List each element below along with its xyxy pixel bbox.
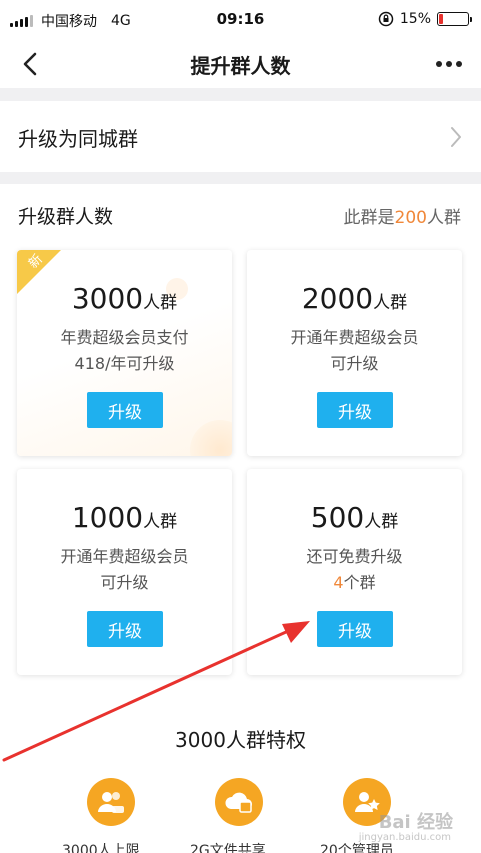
decoration-circle xyxy=(190,420,232,456)
status-right: 15% xyxy=(378,11,472,27)
cloud-storage-icon xyxy=(215,778,263,826)
page-title: 提升群人数 xyxy=(190,54,291,78)
card-desc-line1: 开通年费超级会员 xyxy=(60,547,189,566)
cloud-storage-glyph xyxy=(225,792,252,813)
upgrade-button-3000[interactable]: 升级 xyxy=(87,392,163,428)
card-3000: 新 3000人群 年费超级会员支付 418/年可升级 升级 xyxy=(17,250,232,456)
status-bar: 中国移动 4G 09:16 15% xyxy=(0,0,481,40)
card-2000: 2000人群 开通年费超级会员 可升级 升级 xyxy=(247,250,462,456)
current-size-info: 此群是200人群 xyxy=(344,203,461,228)
battery-percent: 15% xyxy=(399,11,431,27)
card-desc-line1: 开通年费超级会员 xyxy=(290,328,419,347)
privilege-label-members: 3000人上限 xyxy=(62,843,140,853)
card-desc-line1: 年费超级会员支付 xyxy=(60,328,189,347)
card-size-unit: 人群 xyxy=(373,293,408,313)
card-desc-line2: 4个群 xyxy=(247,569,462,593)
card-size-title: 2000人群 xyxy=(247,282,462,315)
card-desc-line2: 418/年可升级 xyxy=(74,354,175,373)
card-size-title: 500人群 xyxy=(247,501,462,534)
upgrade-button-2000[interactable]: 升级 xyxy=(317,392,393,428)
card-desc-line2: 可升级 xyxy=(100,573,149,592)
card-size-unit: 人群 xyxy=(143,512,178,532)
admin-star-glyph xyxy=(355,792,380,812)
section-header: 升级群人数 此群是200人群 xyxy=(0,184,481,244)
card-size-unit: 人群 xyxy=(143,293,178,313)
divider xyxy=(0,172,481,184)
card-size-number: 1000 xyxy=(71,501,144,534)
upgrade-button-500[interactable]: 升级 xyxy=(317,611,393,647)
card-size-unit: 人群 xyxy=(364,512,399,532)
watermark: Bai 经验 xyxy=(378,812,453,833)
more-button[interactable] xyxy=(431,50,467,78)
current-size-value: 200 xyxy=(394,208,427,228)
group-members-glyph xyxy=(98,792,124,813)
card-size-number: 2000 xyxy=(301,282,374,315)
info-prefix: 此群是 xyxy=(343,208,395,228)
card-size-number: 3000 xyxy=(71,282,144,315)
upgrade-group-page: 中国移动 4G 09:16 15% 提升群人数 升级为同城群 升级群人数 此群是… xyxy=(0,0,481,853)
watermark-url: jingyan.baidu.com xyxy=(358,832,451,843)
card-size-number: 500 xyxy=(310,501,365,534)
chevron-right-icon xyxy=(451,127,461,147)
battery-icon xyxy=(437,12,472,26)
free-upgrades-count: 4 xyxy=(333,573,344,592)
orientation-lock-icon xyxy=(378,11,394,27)
nav-bar: 提升群人数 xyxy=(0,40,481,88)
card-size-title: 3000人群 xyxy=(17,282,232,315)
card-500: 500人群 还可免费升级 4个群 升级 xyxy=(247,469,462,675)
privileges-title: 3000人群特权 xyxy=(175,728,306,752)
card-desc-line2: 可升级 xyxy=(330,354,379,373)
divider xyxy=(0,88,481,101)
card-desc-line1: 还可免费升级 xyxy=(306,547,403,566)
more-dots-icon xyxy=(436,61,442,67)
section-title: 升级群人数 xyxy=(18,206,114,228)
upgrade-city-group-row[interactable]: 升级为同城群 xyxy=(0,101,481,172)
info-suffix: 人群 xyxy=(427,208,461,228)
card-size-title: 1000人群 xyxy=(17,501,232,534)
free-upgrades-suffix: 个群 xyxy=(343,573,376,592)
upgrade-button-1000[interactable]: 升级 xyxy=(87,611,163,647)
card-1000: 1000人群 开通年费超级会员 可升级 升级 xyxy=(17,469,232,675)
group-members-icon xyxy=(87,778,135,826)
city-group-label: 升级为同城群 xyxy=(18,127,138,151)
privilege-label-storage: 2G文件共享 xyxy=(190,843,266,853)
